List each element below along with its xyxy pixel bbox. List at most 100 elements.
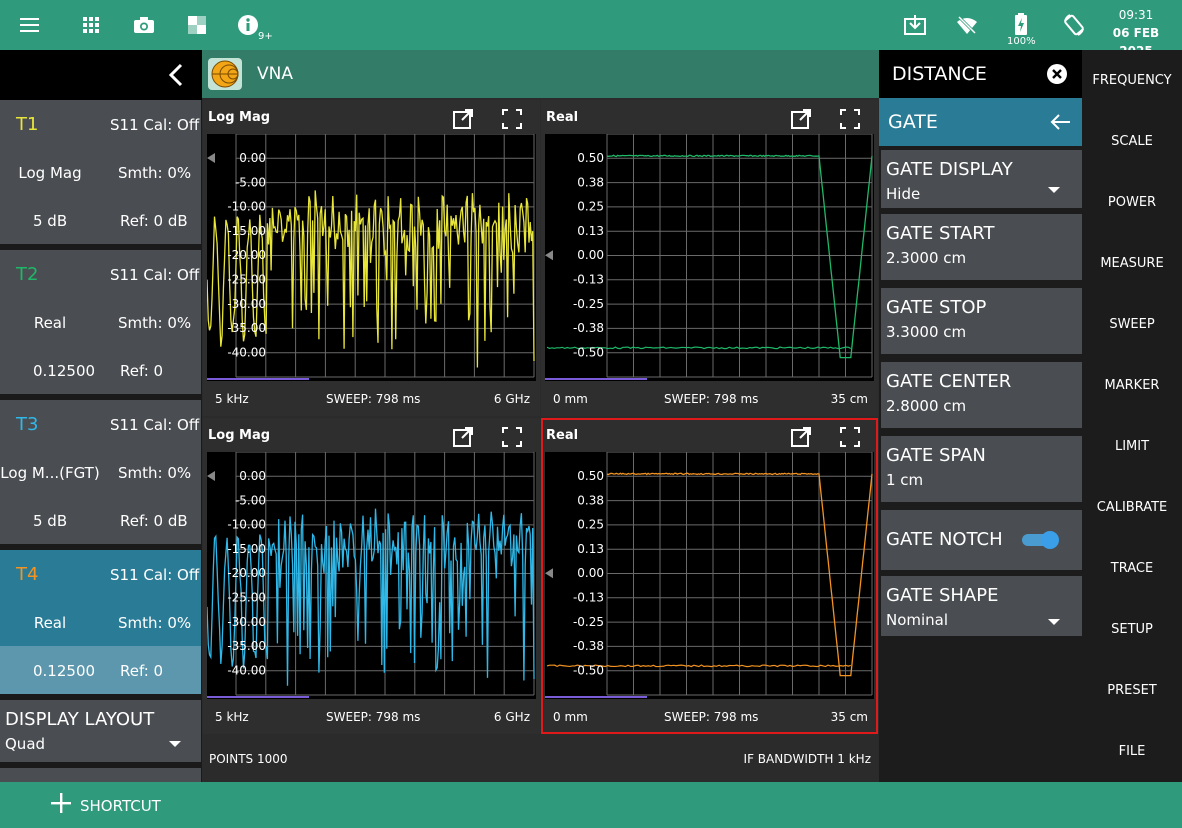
clock-time: 09:31	[1118, 8, 1154, 22]
menu-item-label: GATE DISPLAY	[886, 159, 1013, 180]
y-tick-label: -10.00	[227, 518, 266, 532]
y-tick-label: 0.13	[577, 224, 604, 238]
add-icon[interactable]	[50, 792, 72, 814]
layout-toggle-icon[interactable]	[177, 0, 217, 50]
menu-item-gate-stop[interactable]: GATE STOP 3.3000 cm	[881, 288, 1082, 354]
if-bandwidth-status: IF BANDWIDTH 1 kHz	[743, 752, 871, 766]
menu-item-value: 2.8000 cm	[886, 397, 967, 415]
gate-submenu-header[interactable]: GATE	[879, 98, 1082, 146]
back-arrow-icon[interactable]	[1049, 113, 1071, 131]
screen-rotation-icon[interactable]	[1054, 0, 1094, 50]
display-layout-title: DISPLAY LAYOUT	[5, 709, 155, 730]
trace-scale: 5 dB	[33, 212, 68, 230]
trace-name: T2	[16, 264, 39, 285]
softkey-calibrate[interactable]: CALIBRATE	[1082, 477, 1182, 538]
x-stop-label: 35 cm	[830, 392, 868, 406]
menu-item-gate-center[interactable]: GATE CENTER 2.8000 cm	[881, 362, 1082, 428]
softkey-marker[interactable]: MARKER	[1082, 355, 1182, 416]
softkey-frequency[interactable]: FREQUENCY	[1082, 50, 1182, 111]
left-panel-header	[0, 50, 202, 100]
trace-card-t2[interactable]: T2 S11 Cal: Off Real Smth: 0% 0.12500 Ref: 0	[0, 250, 201, 394]
trace-card-t3[interactable]: T3 S11 Cal: Off Log M...(FGT) Smth: 0% 5 dB R…	[0, 400, 201, 544]
next-setting-partial[interactable]	[0, 768, 201, 782]
trace-pane-4[interactable]: Real 0.50 0.38 0.25 0.13 0.00 -0.13 -0.25 -0.38 -…	[541, 418, 878, 734]
y-tick-label: -15.00	[227, 224, 266, 238]
y-tick-label: 0.00	[239, 151, 266, 165]
menu-item-gate-display[interactable]: GATE DISPLAY Hide	[881, 150, 1082, 208]
y-tick-label: -5.00	[235, 493, 266, 507]
softkey-preset[interactable]: PRESET	[1082, 660, 1182, 721]
y-tick-label: -0.38	[573, 321, 604, 335]
menu-header: DISTANCE	[879, 50, 1082, 98]
y-tick-label: -5.00	[235, 175, 266, 189]
sweep-time-label: SWEEP: 798 ms	[326, 710, 421, 724]
y-tick-label: 0.50	[577, 469, 604, 483]
trace-smoothing: Smth: 0%	[118, 614, 192, 632]
y-tick-label: -40.00	[227, 663, 266, 677]
vna-smith-chart-icon[interactable]	[208, 58, 242, 90]
trace-pane-1[interactable]: Log Mag 0.00 -5.00 -10.00 -15.00 -20.00 -25.00…	[203, 100, 540, 416]
trace-plot[interactable]: 0.00 -5.00 -10.00 -15.00 -20.00 -25.00 -30.00 -…	[207, 452, 536, 699]
menu-item-gate-shape[interactable]: GATE SHAPE Nominal	[881, 576, 1082, 636]
menu-item-label: GATE START	[886, 223, 995, 244]
trace-format: Log Mag	[18, 164, 82, 182]
close-menu-icon[interactable]	[1046, 63, 1068, 85]
dropdown-arrow-icon	[1048, 619, 1060, 625]
softkey-sweep[interactable]: SWEEP	[1082, 294, 1182, 355]
softkey-limit[interactable]: LIMIT	[1082, 416, 1182, 477]
info-icon[interactable]	[228, 0, 268, 50]
trace-name: T4	[16, 564, 39, 585]
softkey-file[interactable]: FILE	[1082, 721, 1182, 782]
y-tick-label: -0.38	[573, 639, 604, 653]
trace-card-t4[interactable]: T4 S11 Cal: Off Real Smth: 0% 0.12500 Ref: 0	[0, 550, 201, 694]
wifi-off-icon[interactable]	[947, 0, 987, 50]
save-download-icon[interactable]	[895, 0, 935, 50]
trace-plot[interactable]: 0.50 0.38 0.25 0.13 0.00 -0.13 -0.25 -0.38 -0.50	[545, 452, 874, 699]
trace-plot[interactable]: 0.00 -5.00 -10.00 -15.00 -20.00 -25.00 -30.00 -…	[207, 134, 536, 381]
softkey-trace[interactable]: TRACE	[1082, 538, 1182, 599]
x-start-label: 5 kHz	[215, 392, 249, 406]
trace-name: T1	[16, 114, 39, 135]
menu-icon[interactable]	[10, 0, 50, 50]
trace-cal-status: S11 Cal: Off	[110, 266, 200, 284]
submenu-title: GATE	[888, 111, 938, 133]
menu-item-gate-notch[interactable]: GATE NOTCH	[881, 510, 1082, 570]
camera-icon[interactable]	[124, 0, 164, 50]
y-tick-label: 0.25	[577, 518, 604, 532]
trace-cal-status: S11 Cal: Off	[110, 566, 200, 584]
softkey-measure[interactable]: MEASURE	[1082, 233, 1182, 294]
fullscreen-icon[interactable]	[839, 426, 861, 448]
gate-notch-toggle[interactable]	[1021, 530, 1061, 550]
popout-icon[interactable]	[790, 426, 812, 448]
x-stop-label: 6 GHz	[493, 392, 530, 406]
popout-icon[interactable]	[790, 108, 812, 130]
menu-item-gate-start[interactable]: GATE START 2.3000 cm	[881, 214, 1082, 280]
trace-format: Real	[33, 614, 67, 632]
trace-plot[interactable]: 0.50 0.38 0.25 0.13 0.00 -0.13 -0.25 -0.38 -0.50	[545, 134, 874, 381]
y-tick-label: 0.13	[577, 542, 604, 556]
popout-icon[interactable]	[452, 108, 474, 130]
softkey-power[interactable]: POWER	[1082, 172, 1182, 233]
menu-item-gate-span[interactable]: GATE SPAN 1 cm	[881, 436, 1082, 502]
trace-pane-3[interactable]: Log Mag 0.00 -5.00 -10.00 -15.00 -20.00 -25.00…	[203, 418, 540, 734]
trace-pane-2[interactable]: Real 0.50 0.38 0.25 0.13 0.00 -0.13 -0.25 -0.38 -…	[541, 100, 878, 416]
fullscreen-icon[interactable]	[839, 108, 861, 130]
trace-card-t1[interactable]: T1 S11 Cal: Off Log Mag Smth: 0% 5 dB Ref: 0 …	[0, 100, 201, 244]
sweep-time-label: SWEEP: 798 ms	[664, 710, 759, 724]
y-tick-label: 0.00	[577, 248, 604, 262]
collapse-panel-icon[interactable]	[164, 62, 190, 88]
shortcut-button[interactable]: SHORTCUT	[80, 797, 161, 815]
apps-grid-icon[interactable]	[71, 0, 111, 50]
menu-item-label: GATE CENTER	[886, 371, 1012, 392]
fullscreen-icon[interactable]	[501, 426, 523, 448]
y-tick-label: 0.00	[577, 566, 604, 580]
sweep-time-label: SWEEP: 798 ms	[326, 392, 421, 406]
fullscreen-icon[interactable]	[501, 108, 523, 130]
softkey-setup[interactable]: SETUP	[1082, 599, 1182, 660]
softkey-scale[interactable]: SCALE	[1082, 111, 1182, 172]
display-layout-selector[interactable]: DISPLAY LAYOUT Quad	[0, 700, 201, 762]
pane-title: Log Mag	[208, 110, 271, 125]
trace-cal-status: S11 Cal: Off	[110, 116, 200, 134]
popout-icon[interactable]	[452, 426, 474, 448]
trace-scale: 5 dB	[33, 512, 68, 530]
